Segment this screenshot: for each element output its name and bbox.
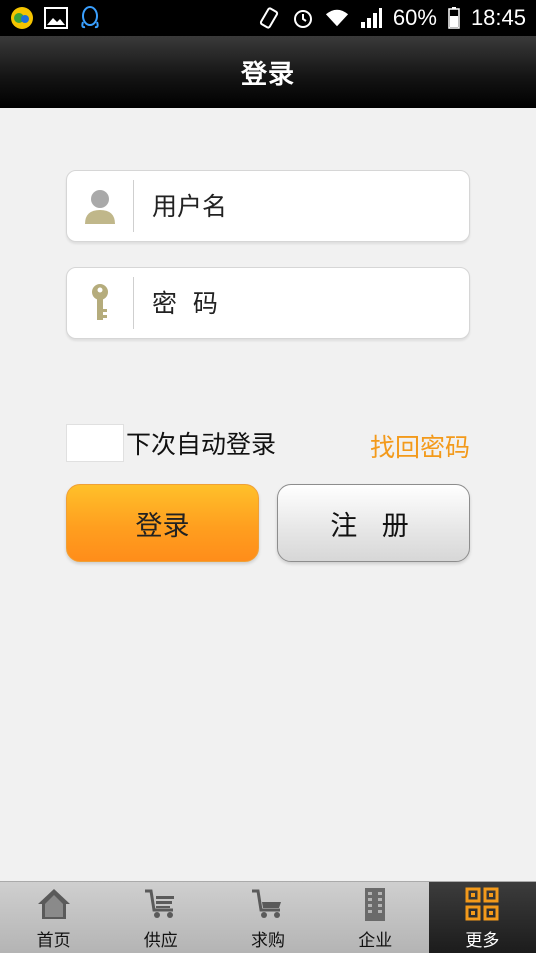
qq-icon [78, 6, 102, 30]
nav-label: 首页 [36, 931, 71, 951]
password-field[interactable] [66, 267, 470, 339]
alarm-icon [291, 6, 315, 30]
status-bar: 60% 18:45 [0, 0, 536, 36]
username-input[interactable] [134, 171, 469, 241]
nav-label: 更多 [465, 931, 500, 951]
nav-item-home[interactable]: 首页 [0, 882, 107, 953]
key-icon [67, 268, 133, 338]
remember-label: 下次自动登录 [126, 430, 277, 459]
remember-checkbox[interactable] [66, 424, 124, 462]
nav-label: 企业 [358, 931, 393, 951]
image-icon [44, 6, 68, 30]
building-icon [355, 884, 395, 924]
vibrate-icon [257, 6, 281, 30]
nav-item-enterprise[interactable]: 企业 [322, 882, 429, 953]
register-button[interactable]: 注 册 [277, 484, 470, 562]
nav-label: 求购 [251, 931, 285, 951]
page-title: 登录 [240, 59, 295, 90]
signal-icon [359, 6, 383, 30]
forgot-password-link[interactable]: 找回密码 [370, 428, 470, 464]
nav-label: 供应 [143, 931, 178, 951]
nav-item-more[interactable]: 更多 [428, 882, 536, 953]
username-field[interactable] [66, 170, 470, 242]
nav-item-purchase[interactable]: 求购 [214, 882, 321, 953]
bottom-nav: 首页 供应 求购 企业 更多 [0, 881, 536, 953]
purchase-cart-icon [248, 884, 288, 924]
status-bar-left [10, 6, 102, 30]
password-input[interactable] [134, 268, 469, 338]
status-bar-right: 60% 18:45 [257, 5, 526, 31]
grid-icon [462, 884, 502, 924]
user-icon [67, 171, 133, 241]
wifi-icon [325, 6, 349, 30]
app-notification-icon [10, 6, 34, 30]
title-bar: 登录 [0, 36, 536, 108]
home-icon [34, 884, 74, 924]
nav-item-supply[interactable]: 供应 [107, 882, 214, 953]
remember-me[interactable]: 下次自动登录 [66, 424, 276, 462]
supply-cart-icon [141, 884, 181, 924]
battery-percent: 60% [392, 5, 437, 30]
clock: 18:45 [470, 5, 526, 30]
login-button[interactable]: 登录 [66, 484, 259, 562]
battery-icon [447, 6, 461, 30]
